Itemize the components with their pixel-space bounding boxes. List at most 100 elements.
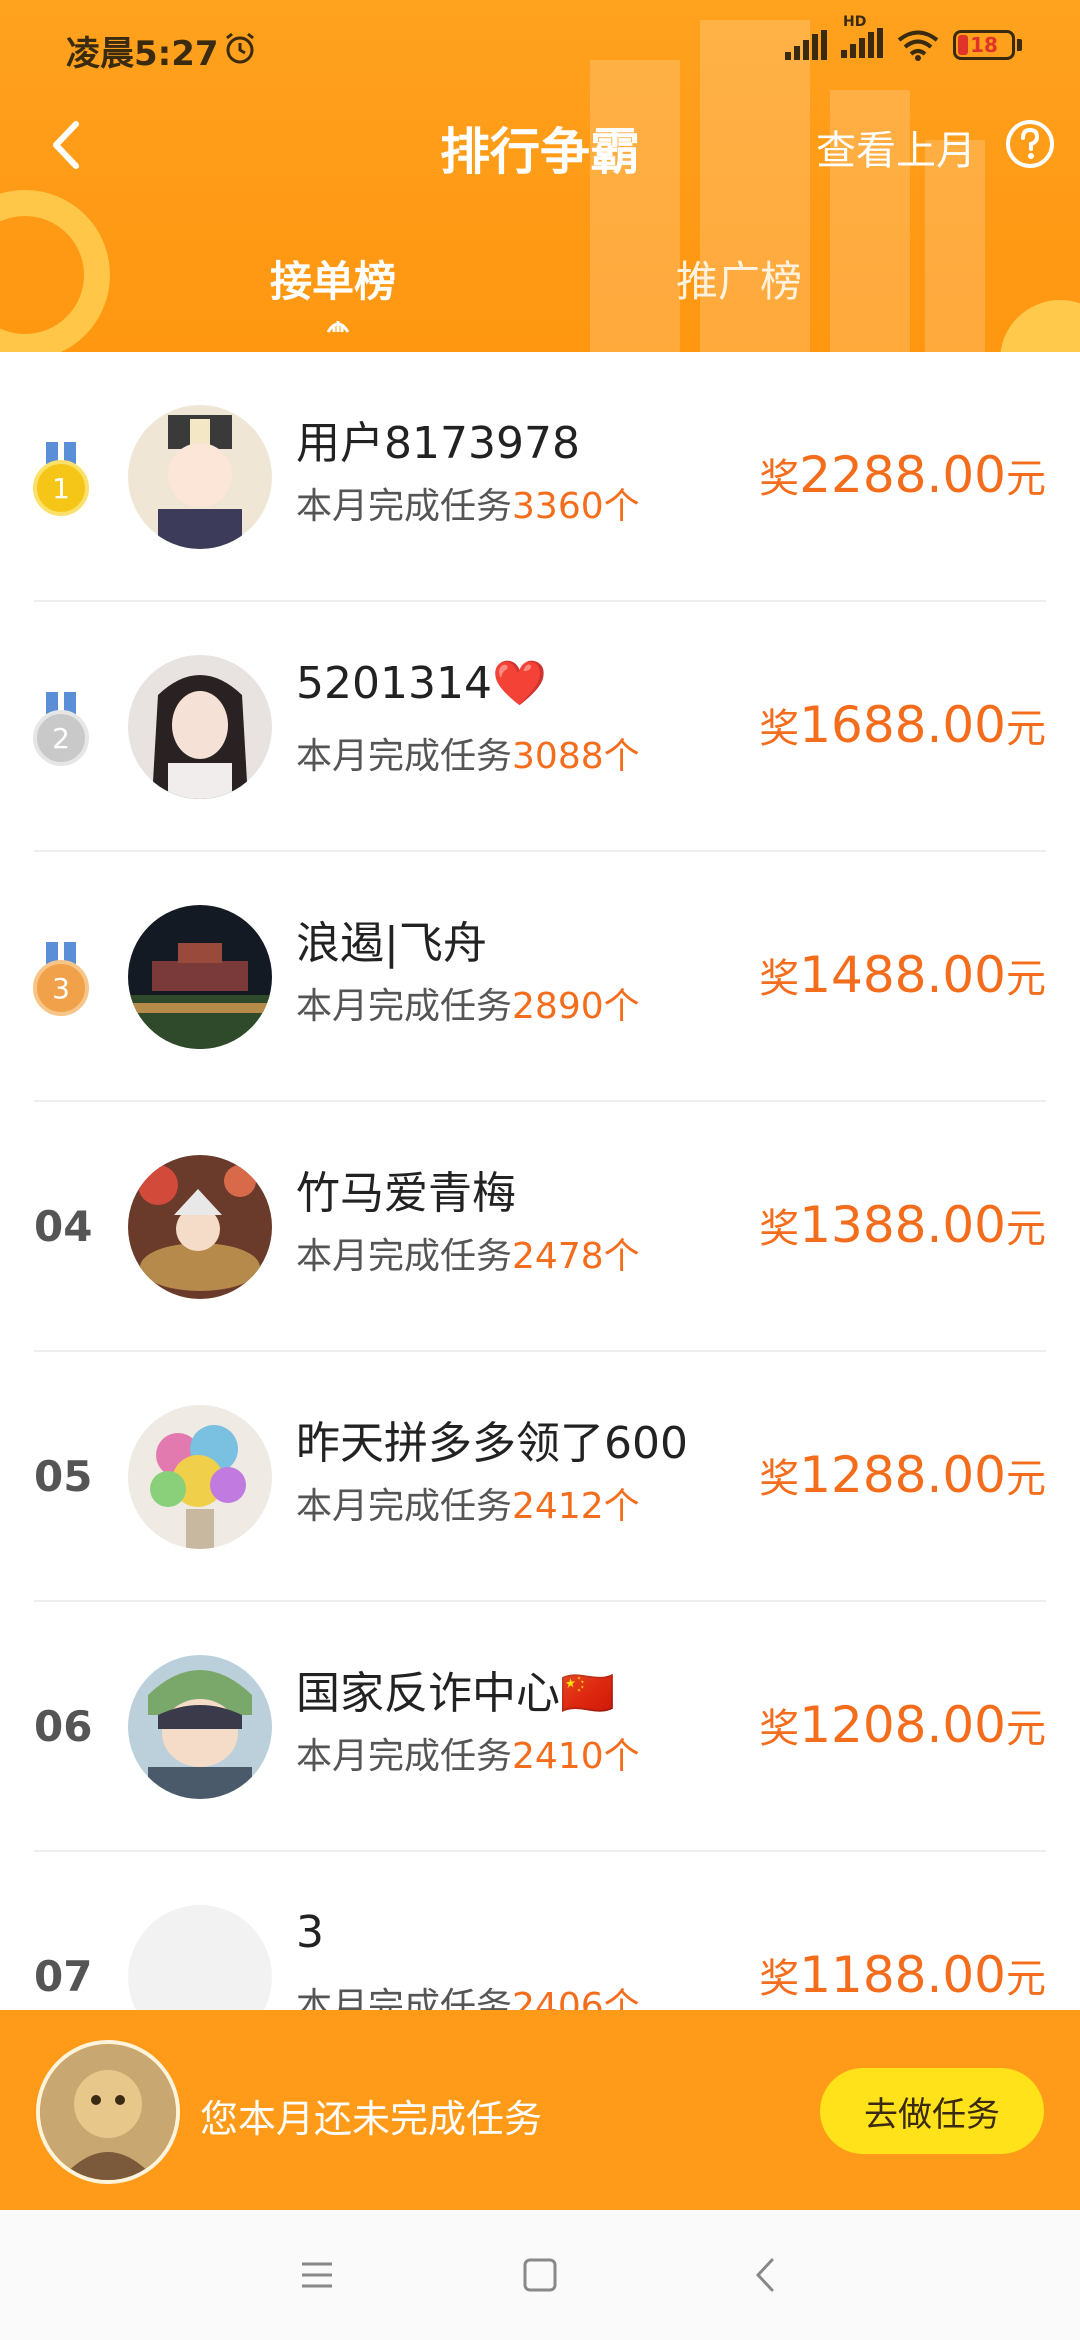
status-time: 凌晨5:27 bbox=[66, 34, 219, 74]
task-summary: 本月完成任务3360个 bbox=[296, 477, 640, 529]
medal-number: 1 bbox=[52, 472, 70, 505]
avatar[interactable] bbox=[128, 1155, 272, 1299]
task-summary-label: 本月完成任务 bbox=[296, 1986, 513, 2012]
task-count: 2410个 bbox=[512, 1736, 640, 1777]
prize-amount: 奖1488.00元 bbox=[759, 946, 1046, 1004]
status-bar: 凌晨5:27 HD 18 bbox=[0, 0, 1080, 100]
back-nav-icon[interactable] bbox=[742, 2250, 792, 2300]
prize-value: 1288.00 bbox=[799, 1446, 1006, 1504]
ranking-row[interactable]: 05 昨天拼多多领了600 本月完成任务2412个 奖1288.00元 bbox=[0, 1352, 1080, 1602]
avatar[interactable] bbox=[128, 655, 272, 799]
prize-prefix: 奖 bbox=[759, 1956, 800, 2002]
prize-suffix: 元 bbox=[1006, 706, 1046, 752]
prize-suffix: 元 bbox=[1006, 1706, 1046, 1752]
task-count: 3360个 bbox=[512, 486, 640, 527]
ranking-row[interactable]: 04 竹马爱青梅 本月完成任务2478个 奖1388.00元 bbox=[0, 1102, 1080, 1352]
task-summary-label: 本月完成任务 bbox=[296, 1236, 513, 1277]
prize-value: 1388.00 bbox=[799, 1196, 1006, 1254]
tab-active-indicator bbox=[326, 321, 350, 333]
task-count: 2890个 bbox=[512, 986, 640, 1027]
rank-number: 05 bbox=[34, 1452, 93, 1501]
task-summary-label: 本月完成任务 bbox=[296, 486, 513, 527]
user-name: 浪遏|飞舟 bbox=[296, 918, 487, 969]
prize-value: 1188.00 bbox=[799, 1946, 1006, 2004]
prize-value: 1208.00 bbox=[799, 1696, 1006, 1754]
avatar[interactable] bbox=[128, 1655, 272, 1799]
task-summary-label: 本月完成任务 bbox=[296, 1486, 513, 1527]
header: 凌晨5:27 HD 18 排行争霸 查看上月 接单榜 推广榜 bbox=[0, 0, 1080, 352]
user-name: 用户8173978 bbox=[296, 418, 580, 469]
menu-icon[interactable] bbox=[292, 2250, 342, 2300]
user-name: 昨天拼多多领了600 bbox=[296, 1418, 688, 1469]
prize-amount: 奖1288.00元 bbox=[759, 1446, 1046, 1504]
tab-bar: 接单榜 推广榜 bbox=[0, 248, 1080, 333]
silver-medal-icon: 2 bbox=[33, 692, 89, 766]
view-last-month-link[interactable]: 查看上月 bbox=[816, 118, 976, 176]
ranking-row[interactable]: 06 国家反诈中心🇨🇳 本月完成任务2410个 奖1208.00元 bbox=[0, 1602, 1080, 1852]
cell-signal-icon bbox=[785, 30, 827, 60]
user-name: 竹马爱青梅 bbox=[296, 1168, 516, 1219]
bronze-medal-icon: 3 bbox=[33, 942, 89, 1016]
avatar[interactable] bbox=[128, 1905, 272, 2012]
task-summary-label: 本月完成任务 bbox=[296, 986, 513, 1027]
user-name: 国家反诈中心🇨🇳 bbox=[296, 1668, 615, 1719]
prize-amount: 奖1188.00元 bbox=[759, 1946, 1046, 2004]
medal-number: 2 bbox=[52, 722, 70, 755]
task-summary: 本月完成任务2890个 bbox=[296, 977, 640, 1029]
hd-signal: HD bbox=[841, 14, 883, 62]
prize-value: 2288.00 bbox=[799, 446, 1006, 504]
task-count: 2406个 bbox=[512, 1986, 640, 2012]
ranking-row[interactable]: 2 5201314❤️ 本月完成任务3088个 奖1688.00元 bbox=[0, 602, 1080, 852]
help-icon[interactable] bbox=[1004, 118, 1056, 170]
prize-prefix: 奖 bbox=[759, 456, 800, 502]
task-summary-label: 本月完成任务 bbox=[296, 736, 513, 777]
prize-amount: 奖2288.00元 bbox=[759, 446, 1046, 504]
ranking-row[interactable]: 1 用户8173978 本月完成任务3360个 奖2288.00元 bbox=[0, 352, 1080, 602]
prize-prefix: 奖 bbox=[759, 706, 800, 752]
prize-amount: 奖1388.00元 bbox=[759, 1196, 1046, 1254]
rank-number: 07 bbox=[34, 1952, 93, 2001]
ranking-row[interactable]: 3 浪遏|飞舟 本月完成任务2890个 奖1488.00元 bbox=[0, 852, 1080, 1102]
prize-suffix: 元 bbox=[1006, 956, 1046, 1002]
system-navigation-bar bbox=[0, 2210, 1080, 2340]
prize-amount: 奖1688.00元 bbox=[759, 696, 1046, 754]
do-task-button[interactable]: 去做任务 bbox=[820, 2068, 1044, 2154]
task-summary: 本月完成任务2410个 bbox=[296, 1727, 640, 1779]
prize-prefix: 奖 bbox=[759, 1706, 800, 1752]
tab-orders-ranking[interactable]: 接单榜 bbox=[270, 248, 396, 309]
alarm-icon bbox=[226, 32, 254, 64]
ranking-list: 1 用户8173978 本月完成任务3360个 奖2288.00元 2 5201… bbox=[0, 352, 1080, 2012]
task-summary: 本月完成任务2406个 bbox=[296, 1977, 640, 2012]
avatar[interactable] bbox=[128, 1405, 272, 1549]
prize-prefix: 奖 bbox=[759, 956, 800, 1002]
my-status-message: 您本月还未完成任务 bbox=[200, 2097, 543, 2141]
tab-promotion-ranking[interactable]: 推广榜 bbox=[676, 248, 802, 309]
user-name: 5201314❤️ bbox=[296, 658, 547, 709]
prize-prefix: 奖 bbox=[759, 1456, 800, 1502]
avatar[interactable] bbox=[128, 905, 272, 1049]
battery-icon: 18 bbox=[953, 30, 1022, 60]
task-count: 3088个 bbox=[512, 736, 640, 777]
task-count: 2412个 bbox=[512, 1486, 640, 1527]
rank-number: 06 bbox=[34, 1702, 93, 1751]
task-summary: 本月完成任务2478个 bbox=[296, 1227, 640, 1279]
gold-medal-icon: 1 bbox=[33, 442, 89, 516]
task-summary: 本月完成任务2412个 bbox=[296, 1477, 640, 1529]
prize-prefix: 奖 bbox=[759, 1206, 800, 1252]
my-avatar[interactable] bbox=[36, 2040, 180, 2184]
rank-number: 04 bbox=[34, 1202, 93, 1251]
prize-suffix: 元 bbox=[1006, 456, 1046, 502]
my-status-bar: 您本月还未完成任务 去做任务 bbox=[0, 2010, 1080, 2210]
battery-level: 18 bbox=[970, 33, 998, 57]
prize-value: 1688.00 bbox=[799, 696, 1006, 754]
home-icon[interactable] bbox=[515, 2250, 565, 2300]
task-count: 2478个 bbox=[512, 1236, 640, 1277]
prize-suffix: 元 bbox=[1006, 1956, 1046, 2002]
task-summary-label: 本月完成任务 bbox=[296, 1736, 513, 1777]
avatar[interactable] bbox=[128, 405, 272, 549]
wifi-icon bbox=[897, 30, 939, 61]
prize-suffix: 元 bbox=[1006, 1206, 1046, 1252]
cell-signal-icon bbox=[841, 28, 883, 58]
ranking-row[interactable]: 07 3 本月完成任务2406个 奖1188.00元 bbox=[0, 1852, 1080, 2012]
prize-amount: 奖1208.00元 bbox=[759, 1696, 1046, 1754]
